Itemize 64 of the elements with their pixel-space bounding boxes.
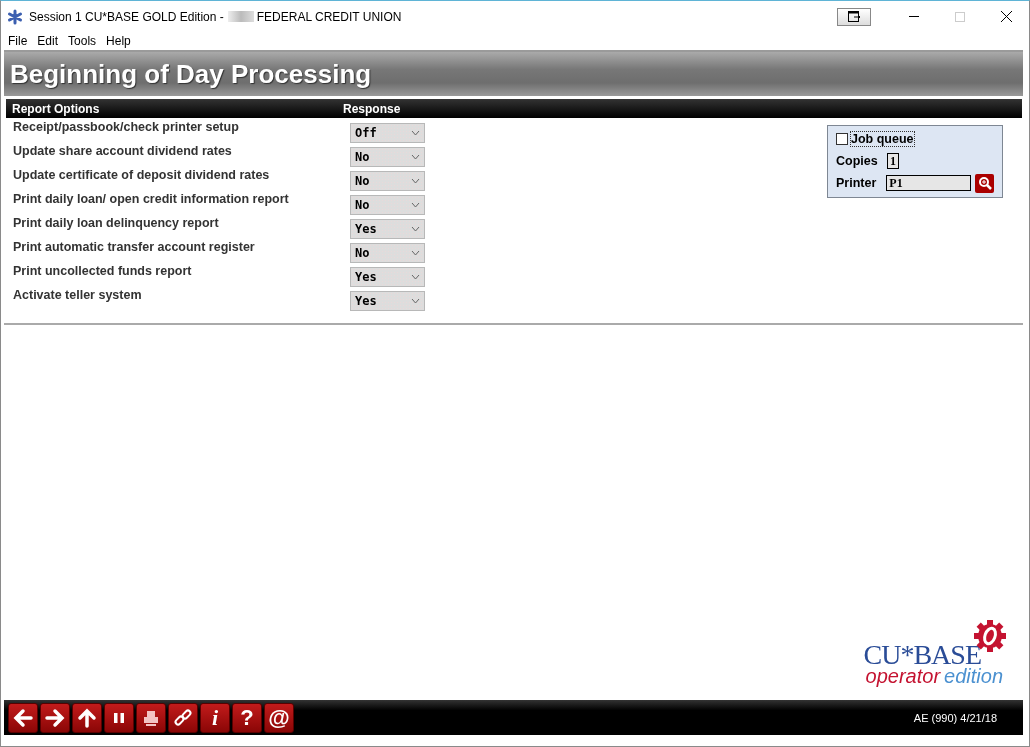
search-button[interactable] [975, 173, 994, 193]
toolbar-button[interactable]: @ [264, 702, 294, 733]
pause-button[interactable] [104, 702, 134, 733]
option-label: Activate teller system [13, 288, 143, 302]
copies-field[interactable]: 1 [887, 153, 899, 169]
caret-icon [411, 202, 420, 208]
menu-item[interactable]: File [3, 34, 33, 48]
response-dropdown[interactable]: Off [350, 123, 425, 143]
up-arrow-button[interactable] [72, 702, 102, 733]
window-title: FEDERAL CREDIT UNION [256, 9, 402, 24]
status-text: AE (990) 4/21/18 [913, 711, 997, 724]
forward-button[interactable] [40, 702, 70, 733]
up-arrow-icon [76, 706, 98, 729]
link-button[interactable] [168, 702, 198, 733]
field-label: Printer [836, 176, 878, 190]
close-icon [1000, 11, 1012, 22]
caret-icon [411, 154, 420, 160]
printer-field[interactable]: P1 [886, 175, 972, 191]
page-title: Beginning of Day Processing [10, 58, 372, 90]
response-dropdown[interactable]: No [350, 195, 425, 215]
caret-icon [411, 298, 420, 304]
option-label: Update certificate of deposit dividend rates [13, 168, 271, 182]
forward-icon [44, 706, 66, 729]
app-logo-icon [7, 8, 23, 25]
response-dropdown[interactable]: No [350, 171, 425, 191]
column-header: Report Options [11, 101, 101, 116]
logo-text: edition [944, 665, 1003, 687]
restore-button[interactable] [837, 7, 871, 26]
option-label: Update share account dividend rates [13, 144, 233, 158]
option-label: Print daily loan/ open credit information report [13, 192, 290, 206]
blurred-text [227, 11, 254, 22]
response-dropdown[interactable]: Yes [350, 219, 425, 239]
menu-item[interactable]: Tools [63, 34, 102, 48]
logo-text: operator [865, 665, 941, 687]
toolbar-button[interactable]: i [200, 702, 230, 733]
back-button[interactable] [8, 702, 38, 733]
response-dropdown[interactable]: Yes [350, 267, 425, 287]
column-header: Response [343, 101, 401, 116]
caret-icon [411, 250, 420, 256]
back-icon [12, 706, 34, 729]
search-icon [977, 176, 992, 190]
toolbar-button[interactable]: ? [232, 702, 262, 733]
checkbox[interactable] [836, 133, 848, 145]
menu-item[interactable]: Help [101, 34, 136, 48]
response-dropdown[interactable]: No [350, 243, 425, 263]
response-dropdown[interactable]: No [350, 147, 425, 167]
option-label: Receipt/passbook/check printer setup [13, 120, 240, 134]
menu-item[interactable]: Edit [32, 34, 64, 48]
response-dropdown[interactable]: Yes [350, 291, 425, 311]
maximize-icon [955, 11, 965, 22]
caret-icon [411, 226, 420, 232]
link-icon [172, 706, 194, 729]
field-label: Copies [836, 154, 879, 168]
window-icon [847, 11, 861, 22]
option-label: Print automatic transfer account register [13, 240, 256, 254]
printer-button[interactable] [136, 702, 166, 733]
option-label: Print uncollected funds report [13, 264, 193, 278]
checkbox-label[interactable]: Job queue [850, 131, 915, 147]
caret-icon [411, 130, 420, 136]
window-title: Session 1 CU*BASE GOLD Edition - [29, 9, 224, 24]
caret-icon [411, 178, 420, 184]
option-label: Print daily loan delinquency report [13, 216, 220, 230]
caret-icon [411, 274, 420, 280]
minimize-icon [909, 16, 919, 17]
